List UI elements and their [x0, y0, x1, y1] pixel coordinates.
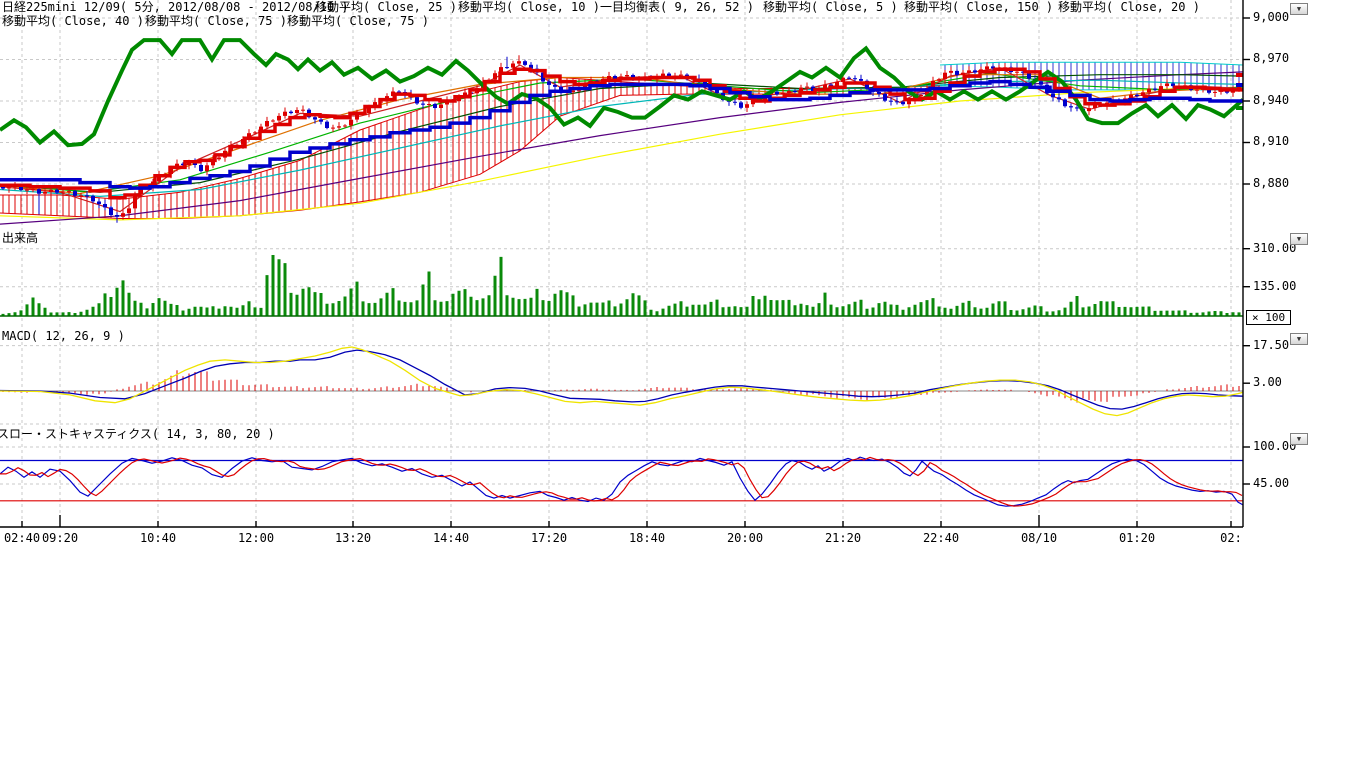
indicator-label-row1-4: 移動平均( Close, 5 ) — [763, 1, 898, 14]
macd-histogram — [3, 370, 1239, 402]
y-axis-label-0-3: 8,910 — [1253, 135, 1289, 148]
ichimoku-cloud — [0, 78, 560, 219]
time-label-7: 18:40 — [629, 532, 665, 545]
indicator-label-row1-3: 一目均衡表( 9, 26, 52 ) — [600, 1, 754, 14]
macd-line-MACD — [0, 350, 1243, 409]
macd-pane-dropdown-button[interactable]: ▼ — [1290, 333, 1308, 345]
macd-pane — [0, 347, 1243, 416]
latest-price-marker — [1236, 83, 1243, 87]
time-label-11: 08/10 — [1021, 532, 1057, 545]
indicator-label-row2-2: 移動平均( Close, 75 ) — [287, 15, 429, 28]
time-label-3: 12:00 — [238, 532, 274, 545]
macd-line-Signal — [0, 347, 1243, 416]
chart-svg[interactable] — [0, 0, 1366, 768]
stochastic-pane — [0, 457, 1243, 506]
latest-price-marker — [1236, 73, 1243, 77]
time-label-6: 17:20 — [531, 532, 567, 545]
time-label-9: 21:20 — [825, 532, 861, 545]
price-pane — [0, 40, 1243, 224]
y-axis-label-0-4: 8,880 — [1253, 177, 1289, 190]
indicator-label-row1-2: 移動平均( Close, 10 ) — [458, 1, 600, 14]
chart-app: 日経225mini 12/09( 5分, 2012/08/08 - 2012/0… — [0, 0, 1366, 768]
sto-k-line — [0, 457, 1243, 506]
time-label-2: 10:40 — [140, 532, 176, 545]
y-axis-label-0-2: 8,940 — [1253, 94, 1289, 107]
y-axis-label-3-1: 45.00 — [1253, 477, 1289, 490]
indicator-label-row2-1: 移動平均( Close, 75 ) — [145, 15, 287, 28]
volume-pane-label: 出来高 — [2, 232, 38, 245]
volume-bars — [3, 255, 1239, 316]
volume-multiplier-box: × 100 — [1246, 310, 1291, 325]
volume-pane — [0, 255, 1243, 316]
y-axis-label-0-1: 8,970 — [1253, 52, 1289, 65]
stochastic-pane-dropdown-button[interactable]: ▼ — [1290, 433, 1308, 445]
y-axis-label-1-1: 135.00 — [1253, 280, 1296, 293]
y-axis-label-2-1: 3.00 — [1253, 376, 1282, 389]
indicator-label-row1-0: 日経225mini 12/09( 5分, 2012/08/08 - 2012/0… — [2, 1, 349, 14]
time-label-0: 02:40 — [4, 532, 40, 545]
indicator-label-row1-5: 移動平均( Close, 150 ) — [904, 1, 1053, 14]
time-label-8: 20:00 — [727, 532, 763, 545]
latest-price-marker — [1236, 106, 1243, 110]
y-axis-label-0-0: 9,000 — [1253, 11, 1289, 24]
time-label-10: 22:40 — [923, 532, 959, 545]
time-label-1: 09:20 — [42, 532, 78, 545]
y-axis-label-2-0: 17.50 — [1253, 339, 1289, 352]
price-pane-dropdown-button[interactable]: ▼ — [1290, 3, 1308, 15]
time-label-4: 13:20 — [335, 532, 371, 545]
volume-pane-dropdown-button[interactable]: ▼ — [1290, 233, 1308, 245]
indicator-label-row2-0: 移動平均( Close, 40 ) — [2, 15, 144, 28]
indicator-label-row1-1: 移動平均( Close, 25 ) — [315, 1, 457, 14]
time-label-12: 01:20 — [1119, 532, 1155, 545]
indicator-label-row1-6: 移動平均( Close, 20 ) — [1058, 1, 1200, 14]
time-label-13: 02: — [1220, 532, 1242, 545]
macd-pane-label: MACD( 12, 26, 9 ) — [2, 330, 125, 343]
time-label-5: 14:40 — [433, 532, 469, 545]
stochastic-pane-label: スロー・ストキャスティクス( 14, 3, 80, 20 ) — [0, 428, 275, 441]
